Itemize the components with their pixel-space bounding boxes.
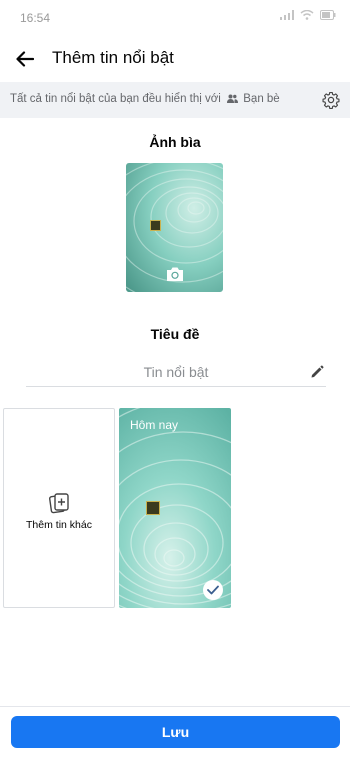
story-background-image — [119, 408, 231, 608]
edit-pencil-icon[interactable] — [310, 365, 324, 379]
story-item-today[interactable]: Hôm nay — [119, 408, 231, 608]
add-more-stories-card[interactable]: Thêm tin khác — [3, 408, 115, 608]
status-bar: 16:54 — [0, 0, 350, 36]
page-title: Thêm tin nổi bật — [52, 48, 174, 67]
visibility-info-bar: Tất cả tin nổi bật của bạn đều hiển thị … — [0, 82, 350, 118]
back-arrow-icon — [16, 51, 34, 67]
save-bar: Lưu — [0, 706, 350, 758]
selected-check-icon[interactable] — [203, 580, 223, 600]
battery-icon — [320, 10, 336, 20]
watermark-logo-icon — [150, 220, 161, 231]
back-button[interactable] — [14, 48, 36, 70]
highlight-title-input[interactable]: Tin nổi bật — [26, 359, 326, 387]
add-story-icon — [49, 493, 69, 514]
cover-photo-label: Ảnh bìa — [149, 134, 201, 150]
add-more-stories-label: Thêm tin khác — [26, 519, 92, 531]
checkmark-icon — [207, 585, 219, 595]
visibility-info-text: Tất cả tin nổi bật của bạn đều hiển thị … — [10, 93, 280, 105]
watermark-logo-icon — [146, 501, 160, 515]
friends-icon — [227, 94, 239, 103]
cover-photo-preview[interactable] — [126, 163, 223, 292]
save-button[interactable]: Lưu — [11, 716, 340, 748]
wifi-icon — [300, 10, 314, 20]
visibility-info-prefix: Tất cả tin nổi bật của bạn đều hiển thị … — [10, 93, 221, 105]
signal-icon — [280, 10, 294, 20]
settings-gear-icon[interactable] — [322, 91, 340, 109]
visibility-audience: Bạn bè — [243, 93, 280, 105]
title-section-label: Tiêu đề — [150, 326, 200, 342]
status-icons — [280, 10, 336, 20]
camera-icon[interactable] — [166, 266, 184, 282]
title-placeholder: Tin nổi bật — [143, 364, 209, 380]
story-item-label: Hôm nay — [130, 418, 179, 432]
app-header: Thêm tin nổi bật — [0, 36, 350, 82]
status-time: 16:54 — [20, 11, 51, 25]
